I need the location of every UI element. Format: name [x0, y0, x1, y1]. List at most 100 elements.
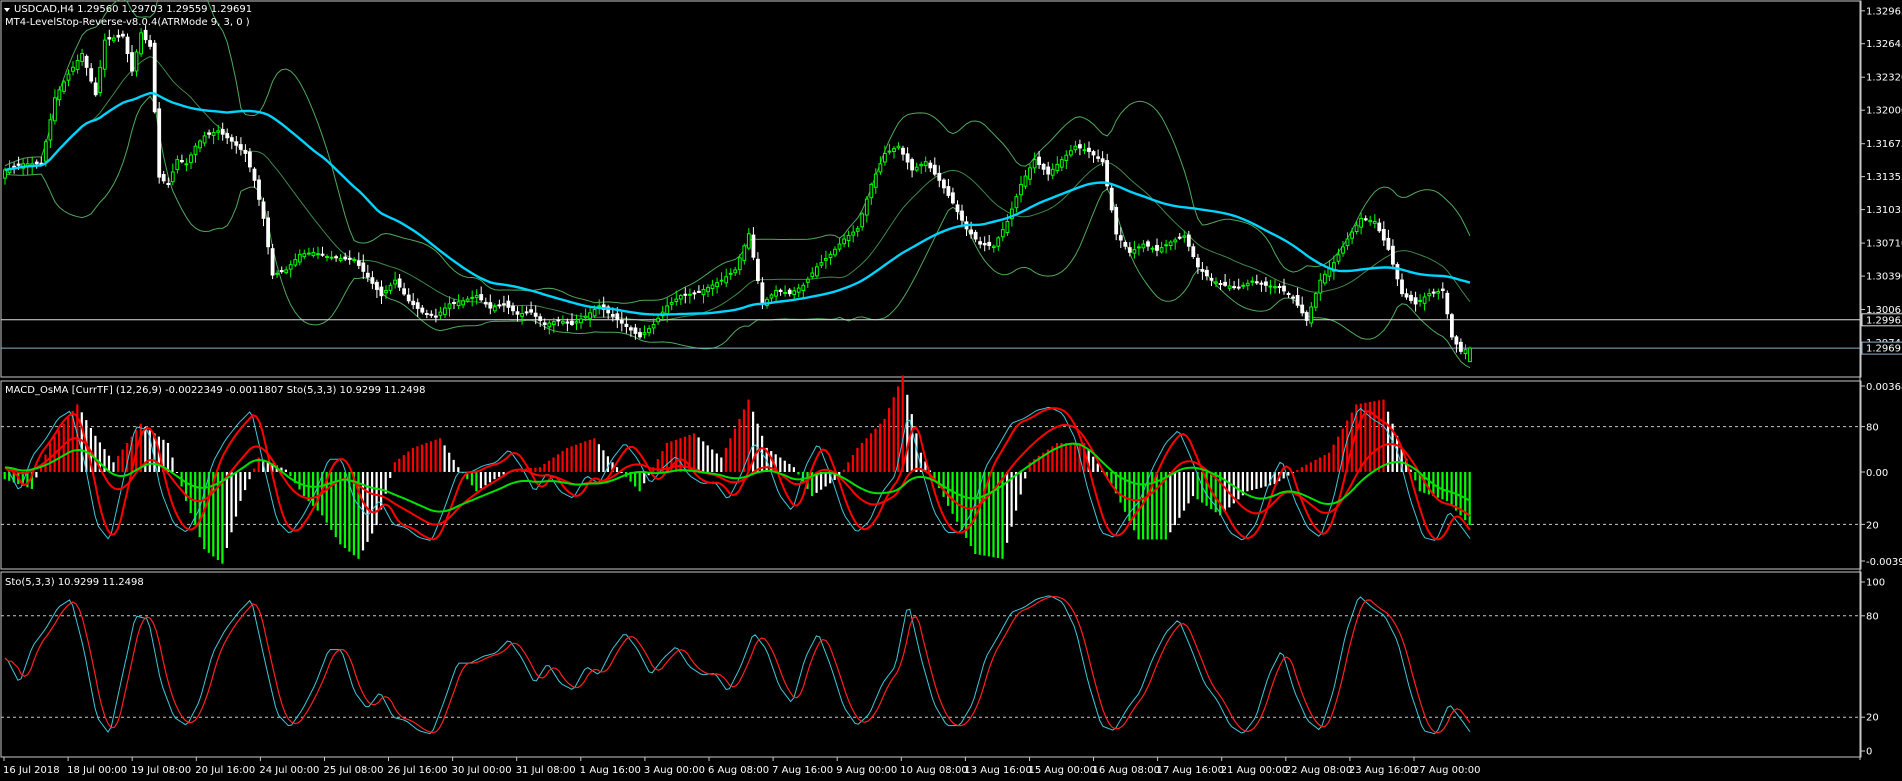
macd-histogram-bar [888, 408, 891, 472]
candle-body [588, 312, 593, 319]
candle-body [1191, 246, 1196, 258]
candle-body [801, 284, 806, 291]
candle-body [1427, 293, 1432, 297]
candle-body [511, 305, 515, 312]
macd-histogram-bar [543, 463, 546, 472]
candle-body [93, 82, 98, 96]
candle-body [148, 40, 152, 47]
candle-body [960, 210, 964, 221]
price-tick-label: 1.31675 [1866, 139, 1902, 150]
macd-histogram-bar [615, 467, 619, 472]
candle-body [542, 322, 547, 325]
macd-histogram-bar [702, 441, 705, 472]
macd-histogram-bar [1074, 443, 1077, 472]
candle-body [942, 179, 946, 189]
candle-body [951, 192, 955, 204]
candle-body [365, 272, 370, 278]
candle-body [633, 327, 638, 334]
candle-body [629, 327, 633, 331]
candle-body [1436, 291, 1441, 294]
candle-body [1291, 296, 1295, 299]
price-tick-label: 1.31035 [1866, 205, 1902, 216]
time-tick-label: 31 Jul 08:00 [516, 765, 576, 776]
candle-body [1404, 293, 1409, 298]
macd-histogram-bar [298, 472, 301, 490]
candle-body [1214, 281, 1218, 284]
candle-body [1087, 147, 1091, 152]
candle-body [1232, 286, 1236, 289]
price-tick-label: 1.31355 [1866, 172, 1902, 183]
macd-histogram-bar [330, 472, 333, 530]
time-tick-label: 16 Aug 08:00 [1093, 765, 1160, 776]
candle-body [783, 292, 788, 294]
candle-body [175, 159, 180, 171]
candle-body [1264, 281, 1268, 286]
candle-body [370, 277, 375, 284]
macd-histogram-bar [244, 472, 247, 491]
candle-body [1359, 217, 1363, 228]
macd-histogram-bar [498, 472, 501, 477]
macd-histogram-bar [779, 457, 782, 472]
candle-body [1050, 168, 1055, 176]
macd-histogram-bar [171, 457, 174, 472]
candle-body [810, 272, 815, 278]
macd-tick-label: 80 [1866, 423, 1879, 434]
macd-tick-label: -0.003981 [1866, 557, 1902, 568]
macd-histogram-bar [1191, 472, 1195, 497]
candle-body [1454, 336, 1459, 345]
macd-histogram-bar [479, 472, 482, 489]
candle-body [1304, 312, 1309, 321]
candle-body [316, 253, 320, 256]
candle-body [678, 295, 683, 300]
macd-histogram-bar [234, 472, 238, 517]
candle-body [225, 133, 230, 139]
macd-histogram-bar [588, 439, 591, 472]
candle-body [279, 270, 284, 273]
macd-histogram-bar [956, 472, 959, 522]
candle-body [356, 260, 361, 266]
main-pane-header[interactable]: USDCAD,H4 1.29560 1.29703 1.29559 1.2969… [4, 4, 252, 15]
trading-chart[interactable]: USDCAD,H4 1.29560 1.29703 1.29559 1.2969… [0, 0, 1902, 781]
candle-body [1150, 247, 1155, 250]
time-tick-label: 9 Aug 00:00 [836, 765, 897, 776]
macd-histogram-bar [1309, 462, 1312, 472]
macd-histogram-bar [1092, 456, 1095, 472]
time-tick-label: 18 Jul 00:00 [67, 765, 127, 776]
candle-body [1078, 144, 1082, 149]
candle-body [415, 302, 420, 309]
candle-body [837, 243, 842, 250]
candle-body [438, 311, 443, 316]
candle-body [325, 256, 329, 258]
price-tick-label: 1.32645 [1866, 39, 1902, 50]
candle-body [824, 258, 828, 261]
macd-histogram-bar [874, 428, 877, 472]
candle-body [243, 149, 248, 154]
macd-histogram-bar [720, 457, 723, 472]
candle-body [1445, 292, 1450, 315]
macd-histogram-bar [1064, 443, 1068, 472]
candle-body [1218, 283, 1223, 285]
candle-body [1295, 295, 1300, 306]
candle-body [352, 259, 357, 262]
candle-body [53, 97, 57, 122]
candle-body [688, 293, 692, 296]
candle-body [429, 313, 434, 316]
candle-body [842, 238, 847, 245]
candle-body [1468, 347, 1472, 363]
candle-body [570, 320, 574, 325]
macd-histogram-bar [1468, 472, 1471, 526]
candle-body [393, 279, 398, 285]
candle-body [1091, 151, 1096, 156]
candle-body [234, 141, 239, 146]
macd-histogram-bar [343, 472, 346, 548]
macd-histogram-bar [117, 455, 120, 472]
candle-body [1250, 280, 1255, 283]
macd-histogram-bar [1250, 472, 1254, 491]
candle-body [1059, 159, 1064, 168]
candle-body [447, 303, 452, 309]
candle-body [1000, 229, 1005, 238]
candle-body [1055, 163, 1060, 172]
candle-body [1114, 207, 1119, 235]
macd-histogram-bar [570, 446, 573, 472]
candle-body [184, 163, 189, 166]
